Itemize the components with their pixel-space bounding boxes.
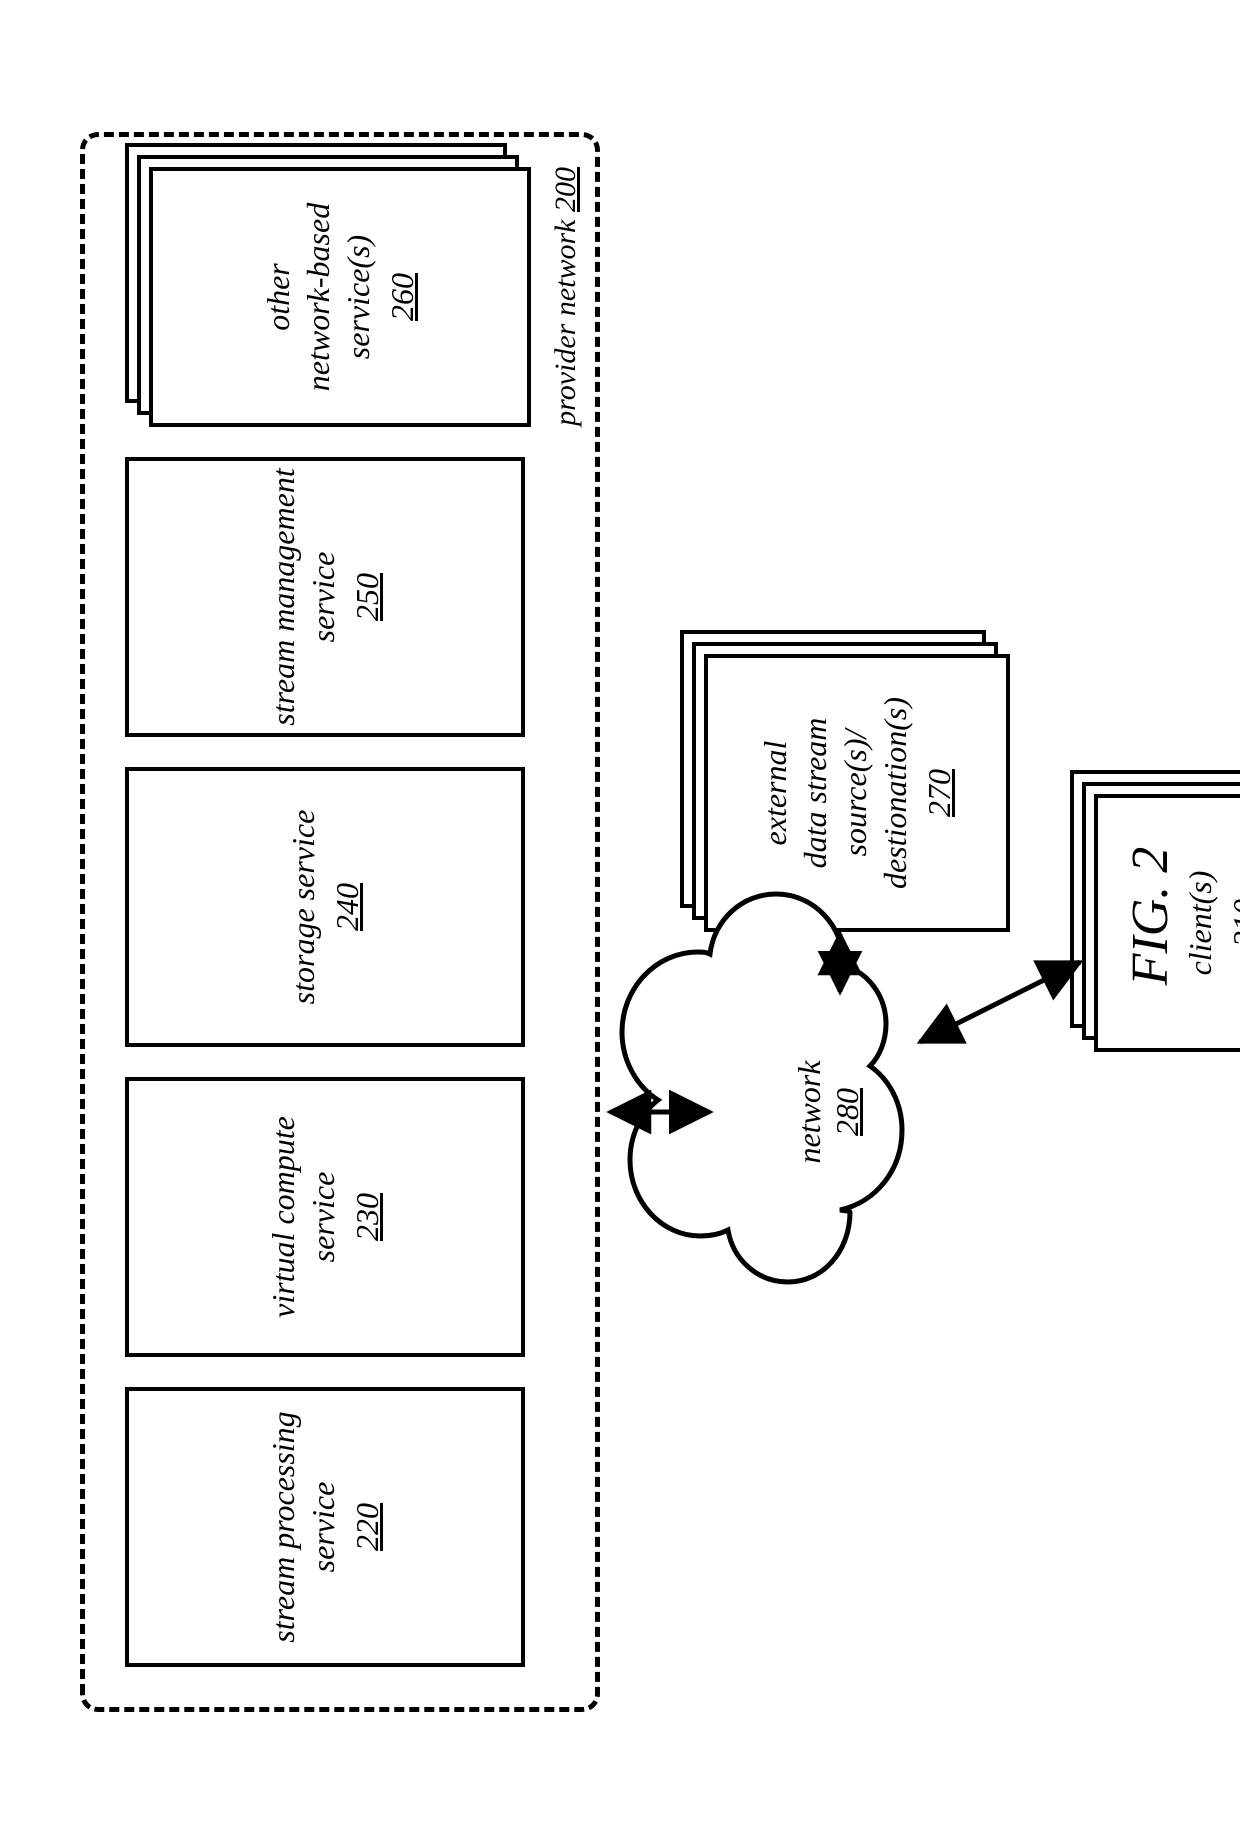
external-num: 270 bbox=[919, 769, 959, 817]
service-label: virtual computeservice bbox=[265, 1116, 341, 1318]
clients-num: 210 bbox=[1224, 899, 1240, 947]
service-stack-other-network-based: othernetwork-basedservice(s) 260 bbox=[125, 147, 525, 427]
connector-network-clients bbox=[920, 962, 1080, 1042]
clients-label: client(s) bbox=[1182, 871, 1218, 976]
service-box-storage: storage service 240 bbox=[125, 767, 525, 1047]
service-num: 230 bbox=[347, 1193, 387, 1241]
stack-card-front: externaldata streamsource(s)/destionatio… bbox=[704, 654, 1010, 932]
service-label: stream managementservice bbox=[265, 468, 341, 725]
service-box-stream-management: stream managementservice 250 bbox=[125, 457, 525, 737]
network-cloud-label: network 280 bbox=[790, 992, 867, 1232]
provider-network-box: provider network 200 stream processingse… bbox=[80, 132, 600, 1712]
service-num: 250 bbox=[347, 573, 387, 621]
provider-network-text: provider network bbox=[549, 220, 582, 426]
service-label: othernetwork-basedservice(s) bbox=[260, 203, 376, 391]
service-label: storage service bbox=[285, 810, 321, 1005]
provider-network-label: provider network 200 bbox=[549, 167, 583, 426]
service-num: 220 bbox=[347, 1503, 387, 1551]
external-stream-stack: externaldata streamsource(s)/destionatio… bbox=[680, 632, 1010, 932]
service-label: stream processingservice bbox=[265, 1411, 341, 1642]
provider-network-num: 200 bbox=[549, 167, 582, 212]
figure-caption: FIG. 2 bbox=[1121, 0, 1180, 1832]
stack-card-front: othernetwork-basedservice(s) 260 bbox=[149, 167, 531, 427]
diagram-canvas: provider network 200 stream processingse… bbox=[0, 0, 1240, 1832]
external-label: externaldata streamsource(s)/destionatio… bbox=[757, 697, 913, 889]
network-num: 280 bbox=[829, 1088, 865, 1136]
network-text: network bbox=[791, 1060, 827, 1163]
service-num: 240 bbox=[327, 883, 367, 931]
service-box-stream-processing: stream processingservice 220 bbox=[125, 1387, 525, 1667]
service-num: 260 bbox=[382, 273, 422, 321]
service-box-virtual-compute: virtual computeservice 230 bbox=[125, 1077, 525, 1357]
